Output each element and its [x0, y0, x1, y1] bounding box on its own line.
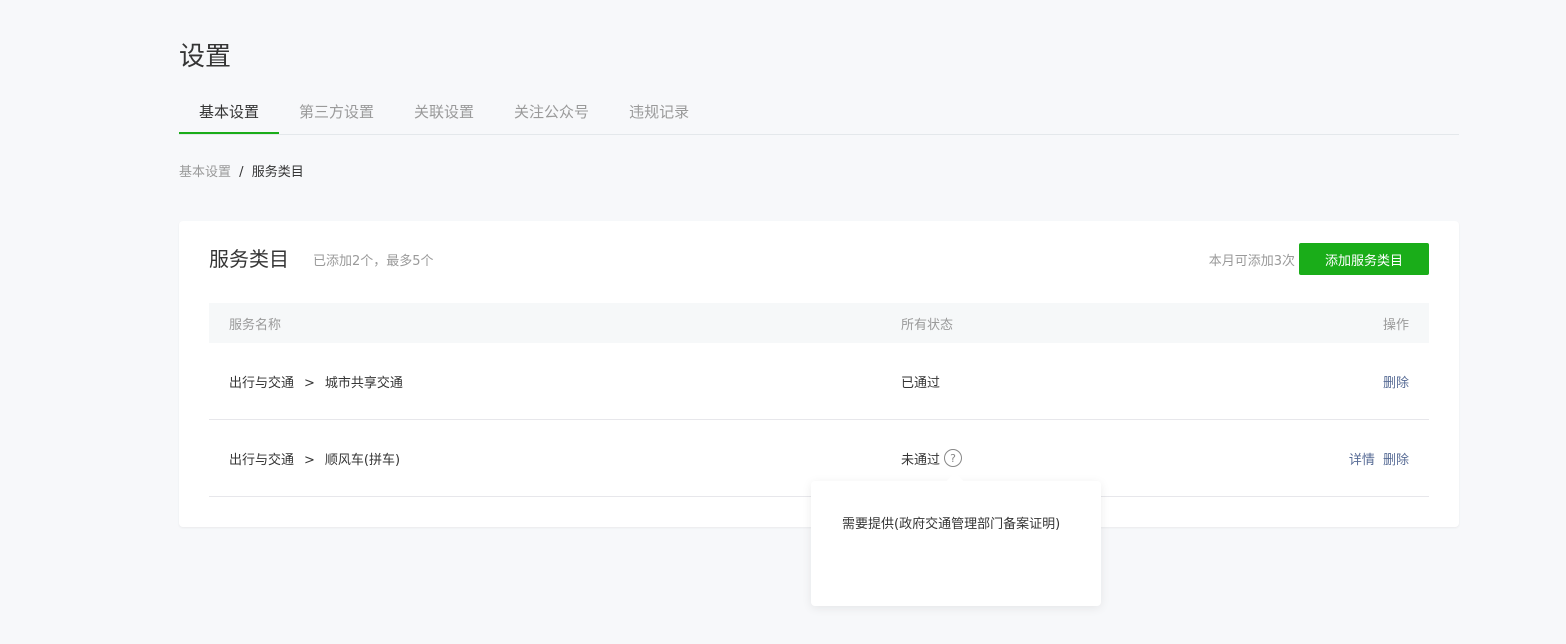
- action-cell: 详情 删除: [1281, 449, 1429, 468]
- tab-related-settings[interactable]: 关联设置: [394, 90, 494, 134]
- category-separator: >: [304, 375, 315, 391]
- breadcrumb-separator: /: [239, 165, 244, 180]
- rejection-reason-tooltip: 需要提供(政府交通管理部门备案证明): [811, 472, 1101, 606]
- category-label: 出行与交通: [229, 375, 295, 391]
- breadcrumb-current: 服务类目: [251, 165, 304, 180]
- header-service-name: 服务名称: [229, 317, 282, 333]
- category-separator: >: [304, 452, 315, 468]
- add-service-category-button[interactable]: 添加服务类目: [1299, 243, 1429, 275]
- subcategory-label: 顺风车(拼车): [324, 452, 401, 468]
- table-header-row: 服务名称 所有状态 操作: [209, 303, 1429, 343]
- page-title: 设置: [179, 42, 232, 72]
- service-name-cell: 出行与交通 > 顺风车(拼车): [229, 449, 901, 468]
- breadcrumb: 基本设置 / 服务类目: [179, 161, 304, 180]
- status-cell: 已通过: [901, 372, 1301, 391]
- tab-basic-settings[interactable]: 基本设置: [179, 90, 280, 134]
- service-name-cell: 出行与交通 > 城市共享交通: [229, 372, 901, 391]
- tab-follow-official-account[interactable]: 关注公众号: [494, 90, 609, 134]
- subcategory-label: 城市共享交通: [324, 375, 403, 391]
- breadcrumb-parent-link[interactable]: 基本设置: [179, 165, 231, 180]
- tab-violation-records[interactable]: 违规记录: [609, 90, 709, 134]
- table-row: 出行与交通 > 城市共享交通 已通过 删除: [209, 343, 1429, 420]
- tooltip-text: 需要提供(政府交通管理部门备案证明): [842, 517, 1061, 532]
- card-title: 服务类目: [209, 247, 289, 271]
- details-link[interactable]: 详情: [1349, 453, 1375, 468]
- delete-link[interactable]: 删除: [1383, 453, 1409, 468]
- monthly-quota-text: 本月可添加3次: [1208, 254, 1295, 269]
- settings-tabs: 基本设置 第三方设置 关联设置 关注公众号 违规记录: [179, 90, 1459, 135]
- status-text: 已通过: [901, 375, 941, 391]
- question-mark-icon[interactable]: ?: [944, 449, 963, 467]
- tab-third-party-settings[interactable]: 第三方设置: [279, 90, 394, 134]
- status-text: 未通过: [901, 452, 941, 468]
- header-status: 所有状态: [901, 317, 954, 333]
- status-cell: 未通过 ?: [901, 449, 1301, 468]
- category-label: 出行与交通: [229, 452, 295, 468]
- action-cell: 删除: [1281, 372, 1429, 391]
- category-count-text: 已添加2个，最多5个: [313, 254, 434, 269]
- delete-link[interactable]: 删除: [1383, 376, 1409, 391]
- header-action: 操作: [1382, 317, 1409, 333]
- service-category-table: 服务名称 所有状态 操作 出行与交通 > 城市共享交通 已通过 删除 出行与交通 > 顺…: [209, 303, 1429, 497]
